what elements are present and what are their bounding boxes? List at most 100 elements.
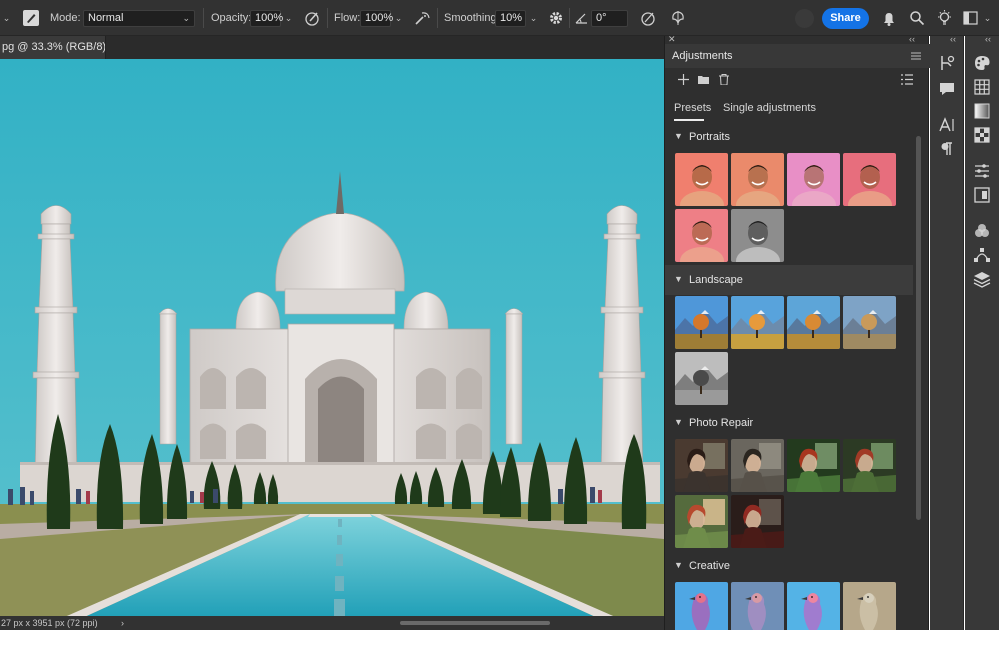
vertical-scrollbar[interactable] <box>916 136 921 520</box>
share-button[interactable]: Share <box>822 8 869 29</box>
tool-preset-chevron-icon[interactable]: ⌄ <box>0 10 13 27</box>
comments-icon[interactable] <box>938 80 956 98</box>
options-bar: ⌄ Mode: Normal ⌄ Opacity: 100% ⌄ Flow: 1… <box>0 0 999 36</box>
preset-thumbnail[interactable] <box>675 153 728 206</box>
panel-header: Adjustments <box>665 44 930 68</box>
flow-input[interactable]: 100% <box>360 10 393 27</box>
airbrush-icon[interactable] <box>413 9 432 28</box>
paragraph-icon[interactable] <box>938 140 956 158</box>
preset-thumbnail[interactable] <box>675 352 728 405</box>
patterns-icon[interactable] <box>973 126 991 144</box>
angle-input[interactable]: 0° <box>591 10 628 27</box>
layers-icon[interactable] <box>973 270 991 288</box>
section-title: Creative <box>689 560 730 572</box>
preset-thumbnail[interactable] <box>675 495 728 548</box>
preset-thumbnail[interactable] <box>787 582 840 635</box>
horizontal-scrollbar[interactable] <box>400 621 550 625</box>
mode-label: Mode: <box>50 12 81 24</box>
section-portraits[interactable]: ▼ Portraits <box>665 122 913 152</box>
chevron-down-icon: ▼ <box>674 131 683 141</box>
list-view-icon[interactable] <box>901 74 913 85</box>
smoothing-input[interactable]: 10% <box>495 10 526 27</box>
preset-thumbnail[interactable] <box>787 153 840 206</box>
preset-thumbnail[interactable] <box>675 209 728 262</box>
bottom-margin <box>0 630 999 645</box>
document-size-text: 27 px x 3951 px (72 ppi) <box>1 618 98 628</box>
panel-menu-icon[interactable] <box>911 52 921 60</box>
history-icon[interactable] <box>938 54 956 72</box>
preset-thumbnail[interactable] <box>675 296 728 349</box>
channels-icon[interactable] <box>973 222 991 240</box>
mode-select[interactable]: Normal ⌄ <box>83 10 195 27</box>
swatches-icon[interactable] <box>973 78 991 96</box>
mode-value: Normal <box>88 12 124 24</box>
flow-chevron-icon[interactable]: ⌄ <box>392 10 405 27</box>
document-workspace: pg @ 33.3% (RGB/8) 27 px x 3951 px (72 p… <box>0 36 664 630</box>
preset-thumbnail[interactable] <box>843 582 896 635</box>
divider <box>437 8 438 28</box>
section-title: Landscape <box>689 274 743 286</box>
smoothing-chevron-icon[interactable]: ⌄ <box>527 10 540 27</box>
symmetry-icon[interactable] <box>669 9 687 27</box>
libraries-icon[interactable] <box>973 186 991 204</box>
pressure-opacity-icon[interactable] <box>304 10 321 27</box>
chevron-down-icon: ▼ <box>674 417 683 427</box>
canvas-image[interactable] <box>0 59 664 619</box>
status-bar: 27 px x 3951 px (72 ppi) › <box>0 616 664 630</box>
preset-thumbnail[interactable] <box>731 296 784 349</box>
character-icon[interactable] <box>938 116 956 134</box>
smoothing-settings-gear-icon[interactable] <box>548 10 564 26</box>
search-icon[interactable] <box>909 10 925 26</box>
workspace-chevron-icon[interactable]: ⌄ <box>981 10 994 27</box>
mode-chevron-icon: ⌄ <box>182 13 190 23</box>
panel-title: Adjustments <box>672 50 733 62</box>
preset-thumbnail[interactable] <box>675 439 728 492</box>
collapse-panel-icon[interactable]: ‹‹ <box>909 34 915 44</box>
color-palette-icon[interactable] <box>973 54 991 72</box>
section-photo-repair[interactable]: ▼ Photo Repair <box>665 408 913 438</box>
preset-thumbnail[interactable] <box>731 582 784 635</box>
opacity-input[interactable]: 100% <box>250 10 283 27</box>
preset-thumbnail[interactable] <box>675 582 728 635</box>
preset-thumbnail[interactable] <box>731 209 784 262</box>
preset-thumbnail[interactable] <box>843 439 896 492</box>
panel-dock-right: ‹‹ <box>965 34 999 630</box>
divider <box>327 8 328 28</box>
pressure-size-icon[interactable] <box>640 10 657 27</box>
smoothing-label: Smoothing: <box>444 12 500 24</box>
flow-label: Flow: <box>334 12 361 24</box>
chevron-down-icon: ▼ <box>674 560 683 570</box>
trash-icon[interactable] <box>719 74 729 85</box>
properties-sliders-icon[interactable] <box>973 162 991 180</box>
gradient-icon[interactable] <box>973 102 991 120</box>
tab-single-adjustments[interactable]: Single adjustments <box>723 102 816 114</box>
active-tab-indicator <box>674 119 704 121</box>
preset-thumbnail[interactable] <box>731 153 784 206</box>
section-landscape[interactable]: ▼ Landscape <box>665 265 913 295</box>
chevron-down-icon: ▼ <box>674 274 683 284</box>
angle-icon <box>575 13 587 24</box>
workspace-icon[interactable] <box>963 11 978 25</box>
paths-icon[interactable] <box>973 246 991 264</box>
document-tab[interactable]: pg @ 33.3% (RGB/8) <box>0 36 106 59</box>
preset-thumbnail[interactable] <box>731 439 784 492</box>
preset-thumbnail[interactable] <box>731 495 784 548</box>
folder-icon[interactable] <box>698 75 709 84</box>
preset-thumbnail[interactable] <box>843 296 896 349</box>
section-title: Portraits <box>689 131 730 143</box>
notifications-bell-icon[interactable] <box>881 10 897 27</box>
preset-thumbnail[interactable] <box>843 153 896 206</box>
collapse-dock-icon[interactable]: ‹‹ <box>950 34 956 44</box>
discover-lightbulb-icon[interactable] <box>936 9 953 27</box>
opacity-label: Opacity: <box>211 12 252 24</box>
add-icon[interactable] <box>678 74 689 85</box>
status-arrow-icon[interactable]: › <box>121 616 124 630</box>
opacity-chevron-icon[interactable]: ⌄ <box>282 10 295 27</box>
section-creative[interactable]: ▼ Creative <box>665 551 913 581</box>
avatar[interactable] <box>795 9 814 28</box>
preset-thumbnail[interactable] <box>787 439 840 492</box>
collapse-dock-icon[interactable]: ‹‹ <box>985 34 991 44</box>
preset-thumbnail[interactable] <box>787 296 840 349</box>
tab-presets[interactable]: Presets <box>674 102 711 114</box>
brush-preset-icon[interactable] <box>22 9 40 27</box>
